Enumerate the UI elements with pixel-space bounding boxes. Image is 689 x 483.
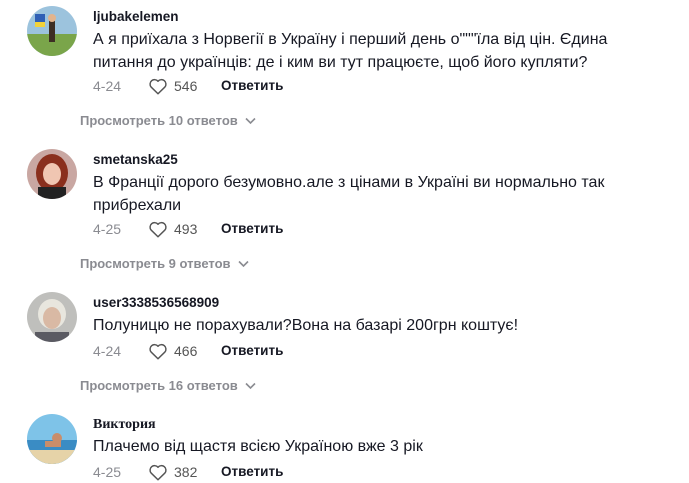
chevron-down-icon <box>245 382 256 389</box>
like-button[interactable]: 493 <box>148 220 197 238</box>
comment-text: Плачемо від щастя всією Україною вже 3 р… <box>93 438 423 455</box>
comment-text: В Франції дорого безумовно.але з цінами … <box>93 174 605 214</box>
comment-username[interactable]: Виктория <box>93 417 156 433</box>
avatar[interactable] <box>27 6 77 56</box>
comment-date: 4-24 <box>93 343 122 359</box>
comment-username[interactable]: smetanska25 <box>93 152 178 167</box>
like-count: 493 <box>174 221 198 237</box>
like-count: 382 <box>174 464 198 480</box>
comment-date: 4-25 <box>93 464 122 480</box>
comment-username[interactable]: user3338536568909 <box>93 295 219 310</box>
heart-outline-icon <box>149 78 167 95</box>
view-replies-button[interactable]: Просмотреть 9 ответов <box>80 256 249 271</box>
chevron-down-icon <box>245 117 256 124</box>
comment-text: Полуницю не порахували?Вона на базарі 20… <box>93 317 519 334</box>
reply-button[interactable]: Ответить <box>221 78 283 93</box>
like-button[interactable]: 546 <box>148 77 197 95</box>
like-button[interactable]: 466 <box>148 342 197 360</box>
view-replies-button[interactable]: Просмотреть 10 ответов <box>80 113 256 128</box>
reply-button[interactable]: Ответить <box>221 343 283 358</box>
comment-username[interactable]: ljubakelemen <box>93 9 179 24</box>
heart-outline-icon <box>149 221 167 238</box>
like-count: 466 <box>174 343 198 359</box>
view-replies-label: Просмотреть 10 ответов <box>80 113 238 128</box>
like-button[interactable]: 382 <box>148 463 197 481</box>
view-replies-label: Просмотреть 9 ответов <box>80 256 231 271</box>
avatar[interactable] <box>27 292 77 342</box>
avatar[interactable] <box>27 414 77 464</box>
avatar[interactable] <box>27 149 77 199</box>
comment-date: 4-24 <box>93 78 122 94</box>
comment-text: А я приїхала з Норвегії в Україну і перш… <box>93 31 608 71</box>
heart-outline-icon <box>149 343 167 360</box>
comment-date: 4-25 <box>93 221 122 237</box>
reply-button[interactable]: Ответить <box>221 464 283 479</box>
reply-button[interactable]: Ответить <box>221 221 283 236</box>
heart-outline-icon <box>149 464 167 481</box>
view-replies-label: Просмотреть 16 ответов <box>80 378 238 393</box>
like-count: 546 <box>174 78 198 94</box>
chevron-down-icon <box>237 260 249 267</box>
view-replies-button[interactable]: Просмотреть 16 ответов <box>80 378 256 393</box>
